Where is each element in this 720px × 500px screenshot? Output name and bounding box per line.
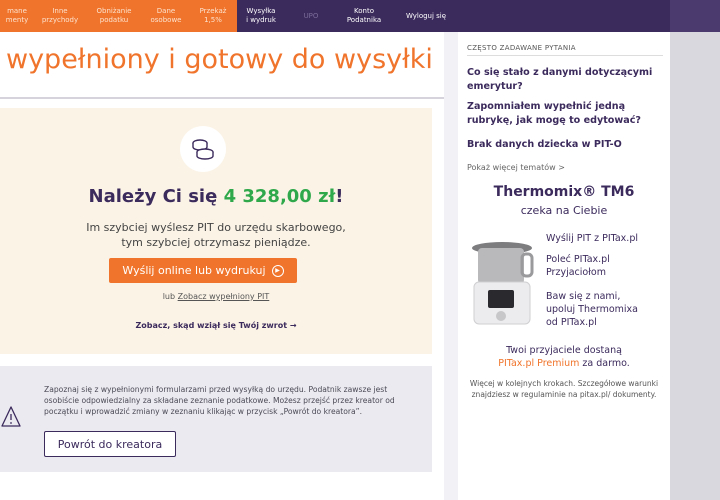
refund-amount: 4 328,00 zł (223, 186, 336, 207)
or-text: lub (162, 292, 178, 301)
send-or-print-button[interactable]: Wyślij online lub wydrukuj ▶ (109, 258, 297, 283)
step-upo: UPO (303, 11, 319, 20)
play-icon: ▶ (271, 264, 284, 277)
why-refund-link[interactable]: Zobacz, skąd wziął się Twój zwrot → (0, 321, 432, 330)
promo-subtitle: czeka na Ciebie (520, 204, 608, 217)
promo-step: Wyślij PIT z PITax.pl (546, 233, 638, 244)
why-refund-label: Zobacz, skąd wziął się Twój zwrot (135, 321, 288, 330)
step-dokumenty[interactable]: mane menty (0, 0, 34, 32)
see-pit-line: lub Zobacz wypełniony PIT (0, 292, 432, 301)
faq-heading: CZĘSTO ZADAWANE PYTANIA (467, 44, 576, 52)
refund-prefix: Należy Ci się (88, 186, 224, 207)
refund-subtext-2: tym szybciej otrzymasz pieniądze. (121, 236, 311, 249)
refund-subtext-1: Im szybciej wyślesz PIT do urzędu skarbo… (86, 221, 346, 234)
terms-note: Więcej w kolejnych krokach. Szczegółowe … (469, 379, 659, 399)
logout-link[interactable]: Wyloguj się (398, 0, 454, 32)
premium-link[interactable]: PITax.pl Premium (498, 358, 579, 369)
divider (467, 55, 663, 56)
step-przekaz[interactable]: Przekaż 1,5% (192, 0, 234, 32)
gutter (444, 32, 458, 500)
faq-item[interactable]: Zapomniałem wypełnić jedną rubrykę, jak … (467, 100, 663, 128)
faq-item[interactable]: Co się stało z danymi dotyczącymi emeryt… (467, 66, 663, 94)
thermomix-image (466, 238, 538, 332)
step-obnizanie-podatku[interactable]: Obniżanie podatku (88, 0, 140, 32)
see-pit-link[interactable]: Zobacz wypełniony PIT (178, 292, 270, 301)
step-wysylka[interactable]: Wysyłka i wydruk (237, 0, 295, 32)
divider (0, 97, 444, 99)
top-right-panel (670, 0, 720, 32)
arrow-right-icon: → (289, 321, 297, 330)
friends-premium-line: PITax.pl Premium za darmo. (458, 357, 670, 370)
refund-suffix: ! (335, 186, 344, 207)
refund-amount-line: Należy Ci się 4 328,00 zł! (0, 186, 432, 207)
account-link[interactable]: Konto Podatnika (338, 0, 390, 32)
friends-suffix: za darmo. (579, 358, 630, 369)
promo-step: Poleć PITax.pl Przyjaciołom (546, 254, 610, 278)
right-edge-panel (670, 32, 720, 500)
faq-item[interactable]: Brak danych dziecka w PIT-O (467, 138, 663, 152)
warning-icon (0, 404, 22, 432)
friends-line: Twoi przyjaciele dostaną (506, 345, 622, 356)
page-title: wypełniony i gotowy do wysyłki (6, 44, 433, 75)
step-inne-przychody[interactable]: Inne przychody (38, 0, 82, 32)
more-topics-link[interactable]: Pokaż więcej tematów > (467, 163, 565, 172)
promo-step: Baw się z nami, upoluj Thermomixa od PIT… (546, 291, 638, 328)
send-button-label: Wyślij online lub wydrukuj (122, 264, 266, 277)
coins-icon (180, 126, 226, 172)
info-text: Zapoznaj się z wypełnionymi formularzami… (44, 385, 395, 416)
friends-info: Twoi przyjaciele dostaną PITax.pl Premiu… (458, 344, 670, 370)
step-dane-osobowe[interactable]: Dane osobowe (146, 0, 186, 32)
promo-title: Thermomix® TM6 (493, 184, 635, 200)
back-to-wizard-button[interactable]: Powrót do kreatora (44, 431, 176, 457)
